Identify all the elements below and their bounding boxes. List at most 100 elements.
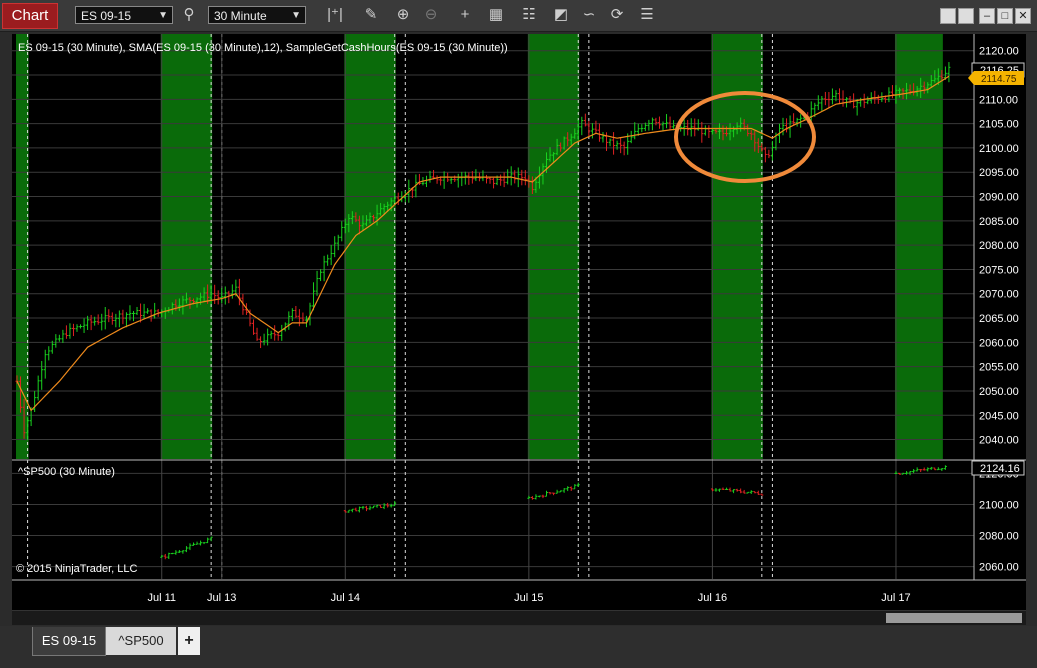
price-bar xyxy=(484,174,488,184)
chart-area[interactable]: 2040.00 2045.00 2050.00 2055.00 2060.00 2065.… xyxy=(12,34,1026,625)
price-bar xyxy=(287,311,291,330)
sp500-bars xyxy=(160,465,947,560)
price-bar xyxy=(453,175,457,182)
sp500-bar xyxy=(936,467,940,471)
price-bar xyxy=(449,176,453,184)
sp500-bar xyxy=(181,550,185,554)
properties-icon[interactable]: ☷ xyxy=(518,5,540,25)
x-tick-label: Jul 14 xyxy=(331,592,360,604)
grid-lines xyxy=(12,50,974,568)
sp500-bar xyxy=(562,488,566,493)
pencil-draw-icon[interactable]: ✎ xyxy=(360,5,382,25)
price-bar xyxy=(336,234,340,251)
sp500-bar xyxy=(912,469,916,474)
price-bar xyxy=(855,99,859,116)
x-tick-label: Jul 15 xyxy=(514,592,543,604)
price-bar xyxy=(661,121,665,131)
instrument-value: ES 09-15 xyxy=(81,9,132,23)
sp500-bar xyxy=(566,486,570,492)
price-bar xyxy=(862,93,866,109)
y-tick-label: 2065.00 xyxy=(979,313,1019,325)
list-icon[interactable]: ☰ xyxy=(636,5,658,25)
sp500-bar xyxy=(386,502,390,508)
price-bar xyxy=(686,119,690,136)
horizontal-scrollbar[interactable] xyxy=(12,610,1026,625)
x-tick-label: Jul 13 xyxy=(207,592,236,604)
price-bar xyxy=(827,92,831,109)
crosshair-icon[interactable]: + xyxy=(454,5,476,25)
tab-es-09-15[interactable]: ES 09-15 xyxy=(32,627,106,656)
price-bar xyxy=(216,290,220,305)
sp500-bar xyxy=(545,490,548,497)
price-bar xyxy=(329,244,333,266)
sp500-bar xyxy=(739,488,743,494)
sp500-bar xyxy=(926,467,930,472)
sp500-bar xyxy=(195,541,199,545)
sp500-bar xyxy=(184,546,188,553)
x-tick-label: Jul 16 xyxy=(698,592,727,604)
price-bar xyxy=(608,138,612,147)
price-bar xyxy=(269,330,273,339)
price-bar xyxy=(467,172,471,185)
scrollbar-thumb[interactable] xyxy=(886,613,1022,623)
sp500-bar xyxy=(943,465,947,470)
sp500-y-tick-label: 2080.00 xyxy=(979,531,1019,543)
sp500-bar xyxy=(710,488,714,492)
chart-canvas[interactable]: 2040.00 2045.00 2050.00 2055.00 2060.00 2065.… xyxy=(12,34,1026,625)
price-bar xyxy=(890,85,894,99)
y-tick-label: 2050.00 xyxy=(979,386,1019,398)
sp500-bar xyxy=(559,490,563,493)
sp500-bar xyxy=(541,494,545,499)
price-bar xyxy=(492,177,496,189)
sp500-bar xyxy=(188,543,192,551)
restore-button-2[interactable] xyxy=(958,8,974,24)
price-bar xyxy=(230,284,234,299)
price-bar xyxy=(135,306,139,316)
price-bar xyxy=(223,286,227,305)
sp500-bar xyxy=(199,540,203,546)
indicators-icon[interactable]: ∽ xyxy=(578,5,600,25)
sp500-bar xyxy=(393,500,397,507)
chart-window-label[interactable]: Chart xyxy=(2,3,58,29)
price-bar xyxy=(255,327,259,341)
price-bar xyxy=(647,119,651,131)
y-tick-label: 2120.00 xyxy=(979,46,1019,58)
maximize-button[interactable]: □ xyxy=(997,8,1013,24)
reload-icon[interactable]: ⟳ xyxy=(606,5,628,25)
price-bar xyxy=(64,325,68,339)
sp500-bar xyxy=(170,552,174,555)
sp500-bar xyxy=(372,505,376,509)
price-bar xyxy=(693,118,697,137)
price-bar xyxy=(276,332,280,341)
sp500-bar xyxy=(760,493,764,496)
search-icon[interactable]: ⚲ xyxy=(178,5,200,25)
instrument-selector[interactable]: ES 09-15 ▼ xyxy=(75,6,173,24)
sp500-bar xyxy=(929,466,933,470)
add-tab-button[interactable]: + xyxy=(178,627,200,655)
price-bar xyxy=(654,117,658,126)
price-bar xyxy=(33,390,37,413)
close-button[interactable]: ✕ xyxy=(1015,8,1031,24)
data-box-icon[interactable]: ▦ xyxy=(485,5,507,25)
price-bar xyxy=(700,121,704,143)
price-bar xyxy=(435,175,439,184)
zoom-out-icon[interactable]: ⊖ xyxy=(420,5,442,25)
price-bar xyxy=(509,166,513,186)
y-tick-label: 2060.00 xyxy=(979,337,1019,349)
sp500-bar xyxy=(728,487,732,492)
tab-sp500[interactable]: ^SP500 xyxy=(106,627,176,655)
interval-selector[interactable]: 30 Minute ▼ xyxy=(208,6,306,24)
restore-button[interactable] xyxy=(940,8,956,24)
price-bar xyxy=(799,114,803,128)
minimize-button[interactable]: – xyxy=(979,8,995,24)
strategies-icon[interactable]: ◩ xyxy=(550,5,572,25)
sp500-bar xyxy=(209,536,213,542)
price-bar xyxy=(633,122,637,140)
sp500-last-price-marker: 2124.16 xyxy=(971,460,1025,476)
sp500-bar xyxy=(527,495,531,499)
price-bar xyxy=(767,149,771,159)
y-tick-label: 2100.00 xyxy=(979,143,1019,155)
zoom-in-icon[interactable]: ⊕ xyxy=(392,5,414,25)
price-bar xyxy=(763,146,767,163)
bar-type-icon[interactable]: |⁺| xyxy=(324,5,346,25)
